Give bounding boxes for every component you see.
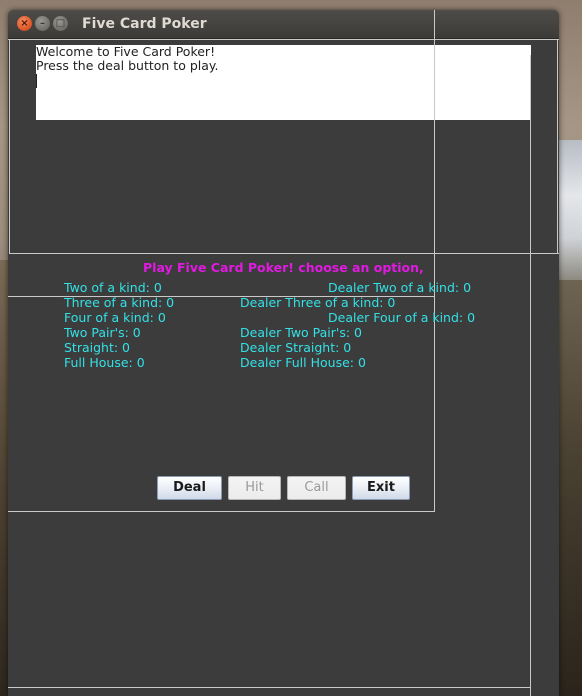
overlay-outline	[9, 253, 559, 254]
close-icon[interactable]: ×	[17, 16, 32, 31]
overlay-outline	[8, 687, 531, 688]
overlay-outline	[434, 10, 435, 512]
minimize-icon[interactable]: –	[35, 16, 50, 31]
dealer-stat-full-house: Dealer Full House: 0	[240, 355, 366, 370]
title-bar[interactable]: × – □ Five Card Poker	[8, 10, 559, 39]
overlay-outline	[8, 511, 435, 512]
message-text-area[interactable]: Welcome to Five Card Poker! Press the de…	[36, 45, 531, 120]
message-line-2: Press the deal button to play.	[36, 58, 219, 73]
poker-window: × – □ Five Card Poker Welcome to Five Ca…	[8, 10, 559, 696]
stat-full-house: Full House: 0	[64, 355, 145, 370]
game-prompt: Play Five Card Poker! choose an option,	[143, 260, 424, 275]
text-caret	[36, 74, 37, 88]
stat-three-of-a-kind: Three of a kind: 0	[64, 295, 175, 310]
overlay-outline	[9, 39, 10, 254]
stat-straight: Straight: 0	[64, 340, 131, 355]
overlay-outline	[530, 55, 531, 696]
overlay-outline	[8, 39, 559, 40]
dealer-stat-three-of-a-kind: Dealer Three of a kind: 0	[240, 295, 396, 310]
exit-button[interactable]: Exit	[352, 476, 410, 500]
deal-button[interactable]: Deal	[157, 476, 222, 500]
hit-button[interactable]: Hit	[228, 476, 281, 500]
dealer-stat-straight: Dealer Straight: 0	[240, 340, 352, 355]
stat-two-of-a-kind: Two of a kind: 0	[64, 280, 162, 295]
dealer-stat-two-pairs: Dealer Two Pair's: 0	[240, 325, 362, 340]
maximize-icon[interactable]: □	[53, 16, 68, 31]
overlay-outline	[557, 39, 558, 254]
window-title: Five Card Poker	[82, 16, 207, 32]
message-line-1: Welcome to Five Card Poker!	[36, 44, 216, 59]
stat-four-of-a-kind: Four of a kind: 0	[64, 310, 166, 325]
dealer-stat-two-of-a-kind: Dealer Two of a kind: 0	[328, 280, 472, 295]
dealer-stat-four-of-a-kind: Dealer Four of a kind: 0	[328, 310, 476, 325]
call-button[interactable]: Call	[287, 476, 346, 500]
stat-two-pairs: Two Pair's: 0	[64, 325, 141, 340]
